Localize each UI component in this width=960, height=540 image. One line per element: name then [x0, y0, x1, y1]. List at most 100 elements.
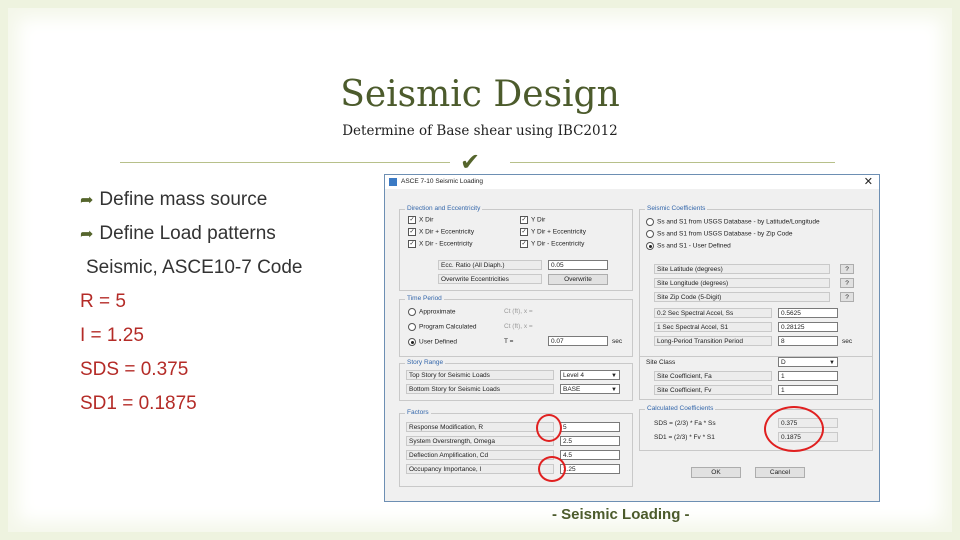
s1-input[interactable]: 0.28125: [778, 322, 838, 332]
seismic-coefficients-group: Seismic Coefficients Ss and S1 from USGS…: [639, 205, 873, 357]
site-class-label: Site Class: [646, 359, 676, 366]
highlight-circle-i: [538, 456, 566, 482]
radio-usgs-zip[interactable]: Ss and S1 from USGS Database - by Zip Co…: [646, 230, 792, 238]
slide-subtitle: Determine of Base shear using IBC2012: [342, 123, 618, 139]
bullet-arrow-icon: ➦: [80, 192, 94, 209]
radio-label: Ss and S1 - User Defined: [657, 242, 731, 250]
story-range-group: Story Range Top Story for Seismic Loads …: [399, 359, 633, 401]
radio-icon: [646, 218, 654, 226]
value-sds: SDS = 0.375: [80, 359, 189, 380]
factor-i-input[interactable]: 1.25: [560, 464, 620, 474]
check-x-plus-ecc[interactable]: ✓ X Dir + Eccentricity: [408, 228, 474, 236]
bottom-story-select[interactable]: BASE ▼: [560, 384, 620, 394]
seismic-loading-dialog: ASCE 7-10 Seismic Loading ✕ Direction an…: [384, 174, 880, 502]
radio-user-defined[interactable]: User Defined: [408, 338, 457, 346]
fv-label: Site Coefficient, Fv: [654, 385, 772, 395]
radio-icon: [646, 230, 654, 238]
chevron-down-icon: ▼: [611, 373, 617, 379]
help-button[interactable]: ?: [840, 264, 854, 274]
radio-icon: [646, 242, 654, 250]
overwrite-label: Overwrite Eccentricities: [438, 274, 542, 284]
group-label: Time Period: [405, 295, 444, 302]
site-class-select[interactable]: D ▼: [778, 357, 838, 367]
value-sd1: SD1 = 0.1875: [80, 393, 197, 414]
bullet-arrow-icon: ➦: [80, 226, 94, 243]
app-icon: [389, 178, 397, 186]
factor-r-label: Response Modification, R: [406, 422, 554, 432]
calculated-coefficients-group: Calculated Coefficients SDS = (2/3) * Fa…: [639, 405, 873, 451]
checkbox-icon: ✓: [408, 228, 416, 236]
site-class-group: Site Class D ▼ Site Coefficient, Fa 1 Sit…: [639, 355, 873, 400]
value-i: I = 1.25: [80, 325, 144, 346]
radio-label: Program Calculated: [419, 323, 477, 331]
period-unit: sec: [612, 338, 623, 345]
select-value: Level 4: [563, 372, 584, 379]
bullet-item: ➦ Define Load patterns: [80, 217, 303, 251]
fv-input[interactable]: 1: [778, 385, 838, 395]
factor-i-label: Occupancy Importance, I: [406, 464, 554, 474]
radio-approximate[interactable]: Approximate: [408, 308, 456, 316]
slide-title: Seismic Design: [340, 74, 620, 115]
check-x-minus-ecc[interactable]: ✓ X Dir - Eccentricity: [408, 240, 472, 248]
chevron-down-icon: ▼: [611, 387, 617, 393]
bullet-item: ➦ Define mass source: [80, 183, 303, 217]
check-x-dir[interactable]: ✓ X Dir: [408, 216, 433, 224]
radio-label: User Defined: [419, 338, 457, 346]
ecc-ratio-input[interactable]: 0.05: [548, 260, 608, 270]
transition-period-input[interactable]: 8: [778, 336, 838, 346]
check-y-plus-ecc[interactable]: ✓ Y Dir + Eccentricity: [520, 228, 586, 236]
ct-label: Ct (ft), x =: [504, 308, 533, 315]
bullet-ornament-icon: ✔: [460, 149, 481, 176]
factors-group: Factors Response Modification, R 5 Syste…: [399, 409, 633, 487]
help-button[interactable]: ?: [840, 278, 854, 288]
check-label: Y Dir: [531, 216, 546, 224]
factor-r-input[interactable]: 5: [560, 422, 620, 432]
factor-cd-input[interactable]: 4.5: [560, 450, 620, 460]
bullet-text: Define Load patterns: [99, 223, 276, 244]
checkbox-icon: ✓: [520, 216, 528, 224]
site-latitude-label: Site Latitude (degrees): [654, 264, 830, 274]
divider-right: [510, 162, 835, 163]
radio-label: Ss and S1 from USGS Database - by Latitu…: [657, 218, 820, 226]
radio-label: Ss and S1 from USGS Database - by Zip Co…: [657, 230, 793, 238]
ss-label: 0.2 Sec Spectral Accel, Ss: [654, 308, 772, 318]
close-icon[interactable]: ✕: [864, 175, 873, 188]
t-label: T =: [504, 338, 514, 345]
cancel-button[interactable]: Cancel: [755, 467, 805, 478]
radio-label: Approximate: [419, 308, 456, 316]
fa-input[interactable]: 1: [778, 371, 838, 381]
sd1-label: SD1 = (2/3) * Fv * S1: [654, 434, 715, 441]
dialog-title: ASCE 7-10 Seismic Loading: [401, 178, 484, 185]
radio-program-calculated[interactable]: Program Calculated: [408, 323, 476, 331]
factor-cd-label: Deflection Amplification, Cd: [406, 450, 554, 460]
group-label: Calculated Coefficients: [645, 405, 716, 412]
checkbox-icon: ✓: [520, 240, 528, 248]
bullet-list: ➦ Define mass source ➦ Define Load pattern…: [80, 183, 303, 421]
top-story-label: Top Story for Seismic Loads: [406, 370, 554, 380]
radio-icon: [408, 323, 416, 331]
sds-label: SDS = (2/3) * Fa * Ss: [654, 420, 716, 427]
help-button[interactable]: ?: [840, 292, 854, 302]
divider-left: [120, 162, 450, 163]
check-label: X Dir - Eccentricity: [419, 240, 473, 248]
checkbox-icon: ✓: [520, 228, 528, 236]
checkbox-icon: ✓: [408, 240, 416, 248]
time-period-group: Time Period Approximate Ct (ft), x = Pro…: [399, 295, 633, 357]
group-label: Seismic Coefficients: [645, 205, 708, 212]
radio-user-defined-coeffs[interactable]: Ss and S1 - User Defined: [646, 242, 731, 250]
ok-button[interactable]: OK: [691, 467, 741, 478]
fa-label: Site Coefficient, Fa: [654, 371, 772, 381]
radio-usgs-latlong[interactable]: Ss and S1 from USGS Database - by Latitu…: [646, 218, 820, 226]
factor-omega-input[interactable]: 2.5: [560, 436, 620, 446]
check-y-minus-ecc[interactable]: ✓ Y Dir - Eccentricity: [520, 240, 584, 248]
check-y-dir[interactable]: ✓ Y Dir: [520, 216, 545, 224]
overwrite-button[interactable]: Overwrite: [548, 274, 608, 285]
direction-group: Direction and Eccentricity ✓ X Dir ✓ Y Dir…: [399, 205, 633, 291]
radio-icon: [408, 338, 416, 346]
period-unit: sec: [842, 338, 853, 345]
top-story-select[interactable]: Level 4 ▼: [560, 370, 620, 380]
period-input[interactable]: 0.07: [548, 336, 608, 346]
ss-input[interactable]: 0.5625: [778, 308, 838, 318]
check-label: Y Dir + Eccentricity: [531, 228, 586, 236]
chevron-down-icon: ▼: [829, 360, 835, 366]
